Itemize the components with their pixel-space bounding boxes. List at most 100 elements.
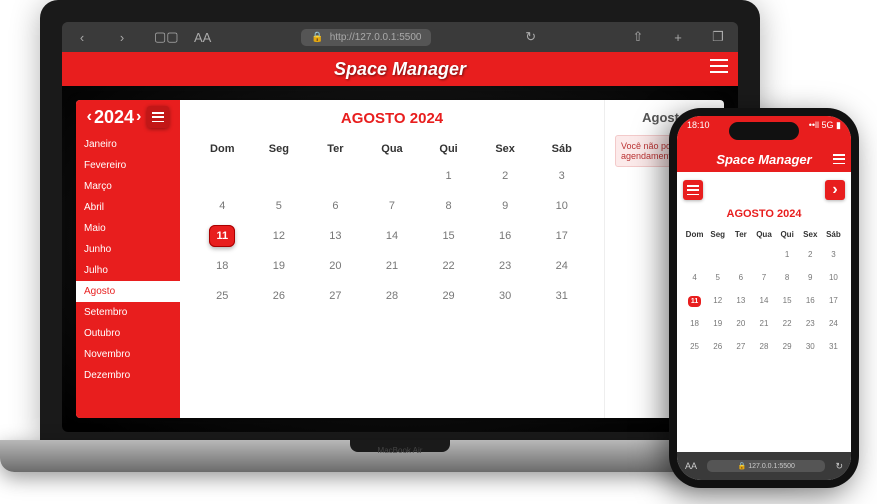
calendar-day-cell[interactable]: 14 xyxy=(752,289,775,312)
calendar-day-cell[interactable]: 17 xyxy=(822,289,845,312)
share-button[interactable]: ⇧ xyxy=(630,29,646,45)
calendar-day-cell[interactable]: 5 xyxy=(706,266,729,289)
sidebar-month-item[interactable]: Maio xyxy=(76,218,180,239)
calendar-day-cell[interactable]: 18 xyxy=(194,251,251,281)
calendar-day-cell[interactable]: 25 xyxy=(194,281,251,311)
calendar-day-cell[interactable]: 1 xyxy=(420,161,477,191)
calendar-day-cell[interactable]: 8 xyxy=(776,266,799,289)
calendar-day-cell[interactable]: 9 xyxy=(477,191,534,221)
year-selector: ‹ 2024 › xyxy=(76,100,180,134)
month-sidebar: ‹ 2024 › JaneiroFevereiroMarçoAbrilMaioJ… xyxy=(76,100,180,418)
calendar-day-cell[interactable]: 4 xyxy=(194,191,251,221)
phone-address-bar[interactable]: 🔒 127.0.0.1:5500 xyxy=(707,460,825,472)
calendar-day-cell[interactable]: 29 xyxy=(776,335,799,358)
calendar-day-cell[interactable]: 26 xyxy=(706,335,729,358)
calendar-day-cell[interactable]: 28 xyxy=(752,335,775,358)
prev-year-button[interactable]: ‹ xyxy=(87,108,92,126)
back-button[interactable]: ‹ xyxy=(74,30,90,45)
phone-reload-button[interactable]: ↻ xyxy=(835,461,843,472)
calendar-day-cell[interactable]: 22 xyxy=(776,312,799,335)
calendar-day-cell[interactable]: 7 xyxy=(364,191,421,221)
calendar-day-cell[interactable]: 16 xyxy=(477,221,534,251)
calendar-day-cell[interactable]: 24 xyxy=(822,312,845,335)
phone-url-text: 127.0.0.1:5500 xyxy=(748,463,795,470)
calendar-day-cell[interactable]: 11 xyxy=(683,289,706,312)
day-of-week-header: Sáb xyxy=(533,137,590,161)
sidebar-month-item[interactable]: Setembro xyxy=(76,302,180,323)
calendar-day-cell[interactable]: 24 xyxy=(533,251,590,281)
sidebar-month-item[interactable]: Dezembro xyxy=(76,365,180,386)
phone-next-button[interactable]: › xyxy=(825,180,845,200)
calendar-day-cell[interactable]: 13 xyxy=(307,221,364,251)
calendar-day-cell[interactable]: 1 xyxy=(776,243,799,266)
calendar-day-cell[interactable]: 15 xyxy=(420,221,477,251)
calendar-day-cell[interactable]: 21 xyxy=(752,312,775,335)
calendar-day-cell[interactable]: 4 xyxy=(683,266,706,289)
calendar-day-cell[interactable]: 20 xyxy=(729,312,752,335)
calendar-day-cell[interactable]: 26 xyxy=(251,281,308,311)
calendar-day-cell[interactable]: 3 xyxy=(822,243,845,266)
calendar-day-cell[interactable]: 16 xyxy=(799,289,822,312)
year-label: 2024 xyxy=(94,107,134,128)
calendar-day-cell[interactable]: 23 xyxy=(477,251,534,281)
calendar-day-cell[interactable]: 7 xyxy=(752,266,775,289)
calendar-day-cell[interactable]: 6 xyxy=(307,191,364,221)
calendar-day-cell[interactable]: 12 xyxy=(706,289,729,312)
calendar-day-cell[interactable]: 18 xyxy=(683,312,706,335)
phone-menu-button[interactable] xyxy=(833,154,845,164)
main-menu-button[interactable] xyxy=(710,59,728,73)
calendar-day-cell[interactable]: 30 xyxy=(477,281,534,311)
calendar-day-cell[interactable]: 30 xyxy=(799,335,822,358)
calendar-day-cell[interactable]: 17 xyxy=(533,221,590,251)
calendar-day-cell[interactable]: 6 xyxy=(729,266,752,289)
calendar-day-cell[interactable]: 29 xyxy=(420,281,477,311)
calendar-day-cell[interactable]: 27 xyxy=(307,281,364,311)
calendar-day-cell[interactable]: 23 xyxy=(799,312,822,335)
address-bar[interactable]: 🔒 http://127.0.0.1:5500 xyxy=(301,29,431,46)
phone-text-size-button[interactable]: AA xyxy=(685,461,697,471)
calendar-day-cell[interactable]: 15 xyxy=(776,289,799,312)
calendar-day-cell[interactable]: 27 xyxy=(729,335,752,358)
calendar-day-cell[interactable]: 3 xyxy=(533,161,590,191)
reading-list-icon[interactable]: ▢▢ xyxy=(154,29,170,45)
calendar-day-cell[interactable]: 19 xyxy=(706,312,729,335)
forward-button[interactable]: › xyxy=(114,30,130,45)
calendar-day-cell[interactable]: 9 xyxy=(799,266,822,289)
calendar-day-cell[interactable]: 12 xyxy=(251,221,308,251)
new-tab-button[interactable]: + xyxy=(670,30,686,45)
next-year-button[interactable]: › xyxy=(136,108,141,126)
calendar-day-cell[interactable]: 8 xyxy=(420,191,477,221)
sidebar-month-item[interactable]: Julho xyxy=(76,260,180,281)
calendar-day-cell[interactable]: 19 xyxy=(251,251,308,281)
sidebar-month-item[interactable]: Outubro xyxy=(76,323,180,344)
calendar-day-cell[interactable]: 2 xyxy=(799,243,822,266)
calendar-day-cell[interactable]: 31 xyxy=(533,281,590,311)
calendar-day-cell[interactable]: 5 xyxy=(251,191,308,221)
calendar-day-cell[interactable]: 10 xyxy=(533,191,590,221)
calendar-day-cell xyxy=(194,161,251,191)
tabs-button[interactable]: ❐ xyxy=(710,29,726,45)
sidebar-menu-button[interactable] xyxy=(147,106,169,128)
calendar-day-cell[interactable]: 13 xyxy=(729,289,752,312)
calendar-day-cell[interactable]: 2 xyxy=(477,161,534,191)
calendar-day-cell[interactable]: 22 xyxy=(420,251,477,281)
calendar-day-cell[interactable]: 25 xyxy=(683,335,706,358)
text-size-button[interactable]: AA xyxy=(194,30,210,45)
calendar-day-cell[interactable]: 28 xyxy=(364,281,421,311)
phone-app-body: › AGOSTO 2024 DomSegTerQuaQuiSexSáb12345… xyxy=(677,172,851,452)
sidebar-month-item[interactable]: Agosto xyxy=(76,281,180,302)
calendar-day-cell[interactable]: 31 xyxy=(822,335,845,358)
calendar-day-cell[interactable]: 11 xyxy=(194,221,251,251)
sidebar-month-item[interactable]: Março xyxy=(76,176,180,197)
calendar-day-cell[interactable]: 10 xyxy=(822,266,845,289)
calendar-day-cell[interactable]: 21 xyxy=(364,251,421,281)
calendar-day-cell[interactable]: 14 xyxy=(364,221,421,251)
phone-sidebar-toggle[interactable] xyxy=(683,180,703,200)
sidebar-month-item[interactable]: Junho xyxy=(76,239,180,260)
calendar-day-cell[interactable]: 20 xyxy=(307,251,364,281)
sidebar-month-item[interactable]: Novembro xyxy=(76,344,180,365)
sidebar-month-item[interactable]: Abril xyxy=(76,197,180,218)
sidebar-month-item[interactable]: Janeiro xyxy=(76,134,180,155)
reload-button[interactable]: ↻ xyxy=(523,29,539,45)
sidebar-month-item[interactable]: Fevereiro xyxy=(76,155,180,176)
